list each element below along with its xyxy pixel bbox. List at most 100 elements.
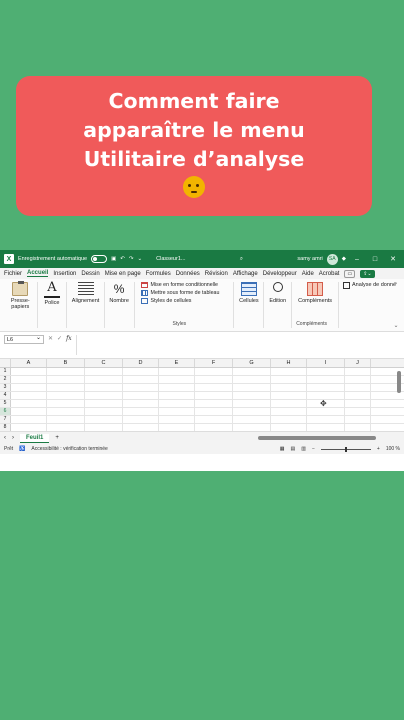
column-header-b[interactable]: B [47, 359, 85, 367]
cell[interactable] [233, 400, 271, 407]
column-header-h[interactable]: H [271, 359, 307, 367]
cell[interactable] [233, 408, 271, 415]
cell[interactable] [11, 408, 47, 415]
group-police[interactable]: A Police [38, 281, 68, 328]
cell[interactable] [271, 392, 307, 399]
chevron-down-icon[interactable]: ⌄ [393, 322, 398, 329]
cell[interactable] [345, 424, 371, 431]
cell[interactable] [123, 408, 159, 415]
cell[interactable] [85, 376, 123, 383]
zoom-slider[interactable] [320, 446, 371, 452]
cell[interactable] [307, 416, 345, 423]
cell[interactable] [233, 424, 271, 431]
cell[interactable] [195, 424, 233, 431]
formula-input[interactable] [75, 335, 400, 355]
close-button[interactable]: ✕ [386, 255, 400, 263]
cell[interactable] [271, 384, 307, 391]
user-name[interactable]: samy amri [297, 256, 322, 262]
column-header-j[interactable]: J [345, 359, 371, 367]
share-icon[interactable]: ⇪⌄ [360, 269, 375, 278]
cell[interactable] [11, 368, 47, 375]
cell[interactable] [345, 408, 371, 415]
cell[interactable] [233, 376, 271, 383]
page-break-icon[interactable]: ▥ [301, 446, 306, 452]
cell[interactable] [85, 408, 123, 415]
cell[interactable] [271, 424, 307, 431]
tab-mise-en-page[interactable]: Mise en page [105, 271, 141, 277]
row-header[interactable]: 4 [0, 392, 11, 399]
save-icon[interactable]: ▣ [111, 256, 116, 262]
zoom-level[interactable]: 100 % [386, 446, 400, 452]
cell[interactable] [195, 408, 233, 415]
cell[interactable] [11, 392, 47, 399]
group-complements[interactable]: Compléments Compléments [292, 282, 339, 328]
cell[interactable] [123, 392, 159, 399]
accessibility-status[interactable]: Accessibilité : vérification terminée [31, 446, 107, 452]
cell[interactable] [271, 368, 307, 375]
group-nombre[interactable]: % Nombre [105, 282, 135, 328]
autosave-toggle[interactable] [91, 255, 108, 263]
tab-insertion[interactable]: Insertion [53, 271, 76, 277]
cell[interactable] [271, 376, 307, 383]
zoom-out-icon[interactable]: − [312, 446, 315, 452]
cell[interactable] [123, 424, 159, 431]
next-sheet-icon[interactable]: › [12, 435, 14, 441]
row-header[interactable]: 1 [0, 368, 11, 375]
group-presse-papiers[interactable]: Presse-papiers [4, 281, 38, 328]
cell[interactable] [345, 400, 371, 407]
select-all-corner[interactable] [0, 359, 11, 367]
cell[interactable] [85, 392, 123, 399]
tab-affichage[interactable]: Affichage [233, 271, 258, 277]
ribbon-scroll[interactable]: › ⌄ [392, 281, 400, 329]
row-header[interactable]: 7 [0, 416, 11, 423]
cell[interactable] [307, 424, 345, 431]
cell[interactable] [345, 392, 371, 399]
conditional-format-button[interactable]: Mise en forme conditionnelle [140, 282, 218, 288]
cell[interactable] [271, 416, 307, 423]
cell[interactable] [307, 376, 345, 383]
prev-sheet-icon[interactable]: ‹ [4, 435, 6, 441]
cell[interactable] [47, 392, 85, 399]
name-box[interactable]: L6 [4, 334, 44, 344]
group-edition[interactable]: Edition [264, 282, 293, 328]
cell[interactable] [47, 416, 85, 423]
undo-icon[interactable]: ↶ [120, 256, 125, 262]
cell[interactable] [195, 392, 233, 399]
sheet-tab-feuil1[interactable]: Feuil1 [20, 433, 50, 443]
cell[interactable] [85, 384, 123, 391]
cell[interactable] [233, 392, 271, 399]
cell[interactable] [159, 376, 195, 383]
premium-diamond-icon[interactable]: ◆ [342, 256, 346, 262]
cell[interactable] [195, 416, 233, 423]
tab-acrobat[interactable]: Acrobat [319, 271, 340, 277]
row-header[interactable]: 6 [0, 408, 11, 415]
cell[interactable] [307, 384, 345, 391]
tab-accueil[interactable]: Accueil [27, 270, 49, 277]
cell[interactable] [47, 408, 85, 415]
cell[interactable] [159, 408, 195, 415]
cell[interactable] [345, 376, 371, 383]
column-header-i[interactable]: I [307, 359, 345, 367]
cell[interactable] [123, 416, 159, 423]
column-header-e[interactable]: E [159, 359, 195, 367]
maximize-button[interactable]: □ [368, 256, 382, 263]
tab-aide[interactable]: Aide [302, 271, 314, 277]
cell[interactable] [159, 416, 195, 423]
cell[interactable] [345, 368, 371, 375]
cell[interactable] [47, 376, 85, 383]
tab-developpeur[interactable]: Développeur [263, 271, 297, 277]
scroll-thumb[interactable] [397, 371, 401, 393]
page-layout-icon[interactable]: ▤ [291, 446, 296, 452]
cell[interactable] [345, 384, 371, 391]
vertical-scrollbar[interactable] [396, 359, 402, 431]
horizontal-scrollbar[interactable] [258, 436, 376, 440]
customize-qat-icon[interactable]: ⌄ [138, 256, 143, 262]
tab-donnees[interactable]: Données [176, 271, 200, 277]
minimize-button[interactable]: – [350, 256, 364, 263]
cell[interactable] [11, 376, 47, 383]
cell[interactable] [47, 424, 85, 431]
chevron-right-icon[interactable]: › [395, 281, 397, 287]
add-sheet-button[interactable]: + [55, 435, 59, 441]
cell[interactable] [271, 408, 307, 415]
cell[interactable] [47, 400, 85, 407]
